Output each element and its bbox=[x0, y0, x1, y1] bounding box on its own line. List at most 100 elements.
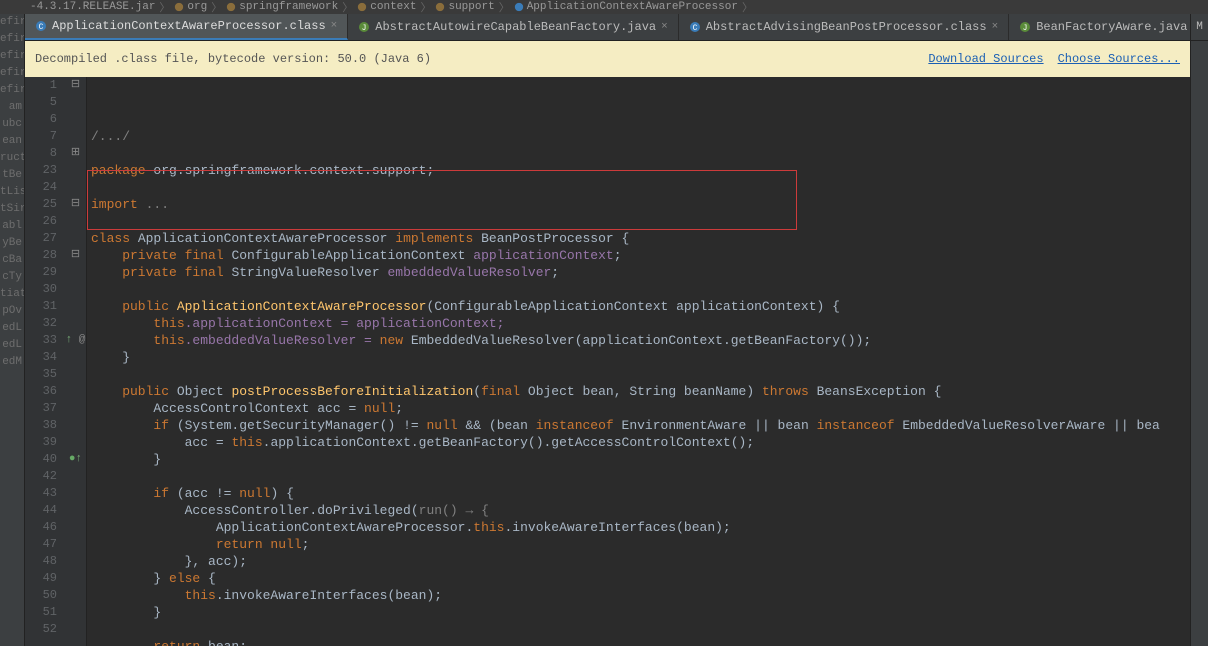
editor-tab[interactable]: JAbstractAutowireCapableBeanFactory.java… bbox=[348, 14, 678, 40]
code-line[interactable]: import ... bbox=[91, 196, 1190, 213]
code-line[interactable]: if (System.getSecurityManager() != null … bbox=[91, 417, 1190, 434]
code-line[interactable]: if (acc != null) { bbox=[91, 485, 1190, 502]
line-number[interactable]: 50 bbox=[25, 587, 57, 604]
line-number[interactable]: 40 bbox=[25, 451, 57, 468]
code-line[interactable]: public Object postProcessBeforeInitializ… bbox=[91, 383, 1190, 400]
line-number[interactable]: 29 bbox=[25, 264, 57, 281]
line-number[interactable]: 34 bbox=[25, 349, 57, 366]
code-line[interactable] bbox=[91, 366, 1190, 383]
editor-tab[interactable]: CApplicationContextAwareProcessor.class× bbox=[25, 14, 348, 40]
editor-tab[interactable]: CAbstractAdvisingBeanPostProcessor.class… bbox=[679, 14, 1009, 40]
code-line[interactable]: ApplicationContextAwareProcessor.this.in… bbox=[91, 519, 1190, 536]
line-number[interactable]: 26 bbox=[25, 213, 57, 230]
breadcrumb-class[interactable]: ApplicationContextAwareProcessor bbox=[514, 1, 738, 13]
gutter-mark[interactable] bbox=[65, 281, 86, 298]
line-number[interactable]: 23 bbox=[25, 162, 57, 179]
gutter-mark[interactable] bbox=[65, 587, 86, 604]
code-line[interactable] bbox=[91, 213, 1190, 230]
gutter-mark[interactable] bbox=[65, 230, 86, 247]
code-line[interactable]: public ApplicationContextAwareProcessor(… bbox=[91, 298, 1190, 315]
breadcrumb-pkg[interactable]: springframework bbox=[226, 1, 338, 13]
gutter-mark[interactable] bbox=[65, 349, 86, 366]
choose-sources-link[interactable]: Choose Sources... bbox=[1058, 52, 1180, 66]
code-line[interactable]: /.../ bbox=[91, 128, 1190, 145]
line-number[interactable]: 38 bbox=[25, 417, 57, 434]
breadcrumb-jar[interactable]: -4.3.17.RELEASE.jar bbox=[30, 1, 155, 13]
code-line[interactable]: } else { bbox=[91, 570, 1190, 587]
line-number[interactable]: 42 bbox=[25, 468, 57, 485]
code-line[interactable]: return null; bbox=[91, 536, 1190, 553]
gutter-mark[interactable] bbox=[65, 383, 86, 400]
line-number[interactable]: 1 bbox=[25, 77, 57, 94]
code-line[interactable]: package org.springframework.context.supp… bbox=[91, 162, 1190, 179]
line-number[interactable]: 32 bbox=[25, 315, 57, 332]
gutter-mark[interactable]: ⊞ bbox=[65, 145, 86, 162]
line-number[interactable]: 8 bbox=[25, 145, 57, 162]
gutter-mark[interactable] bbox=[65, 264, 86, 281]
line-number[interactable]: 47 bbox=[25, 536, 57, 553]
line-number[interactable]: 36 bbox=[25, 383, 57, 400]
gutter-mark[interactable] bbox=[65, 604, 86, 621]
gutter-mark[interactable] bbox=[65, 162, 86, 179]
right-sidebar-letter[interactable]: M bbox=[1191, 14, 1208, 41]
close-icon[interactable]: × bbox=[992, 21, 999, 33]
line-number[interactable]: 30 bbox=[25, 281, 57, 298]
code-line[interactable]: private final StringValueResolver embedd… bbox=[91, 264, 1190, 281]
gutter-mark[interactable] bbox=[65, 621, 86, 638]
gutter-mark[interactable] bbox=[65, 570, 86, 587]
line-number[interactable]: 39 bbox=[25, 434, 57, 451]
close-icon[interactable]: × bbox=[331, 20, 338, 32]
code-line[interactable]: this.embeddedValueResolver = new Embedde… bbox=[91, 332, 1190, 349]
close-icon[interactable]: × bbox=[661, 21, 668, 33]
line-number[interactable]: 48 bbox=[25, 553, 57, 570]
line-number[interactable]: 33 bbox=[25, 332, 57, 349]
code-line[interactable]: } bbox=[91, 349, 1190, 366]
gutter-mark[interactable] bbox=[65, 417, 86, 434]
line-number[interactable]: 25 bbox=[25, 196, 57, 213]
code-area[interactable]: /.../ package org.springframework.context… bbox=[87, 77, 1190, 646]
code-line[interactable] bbox=[91, 621, 1190, 638]
code-line[interactable] bbox=[91, 179, 1190, 196]
breadcrumb-pkg[interactable]: org bbox=[174, 1, 207, 13]
code-line[interactable]: this.applicationContext = applicationCon… bbox=[91, 315, 1190, 332]
line-number[interactable]: 44 bbox=[25, 502, 57, 519]
line-number[interactable]: 24 bbox=[25, 179, 57, 196]
line-number[interactable]: 31 bbox=[25, 298, 57, 315]
line-number-gutter[interactable]: 1567823242526272829303132333435363738394… bbox=[25, 77, 65, 646]
code-line[interactable]: acc = this.applicationContext.getBeanFac… bbox=[91, 434, 1190, 451]
gutter-mark[interactable] bbox=[65, 179, 86, 196]
code-line[interactable] bbox=[91, 281, 1190, 298]
line-number[interactable]: 5 bbox=[25, 94, 57, 111]
gutter-mark[interactable] bbox=[65, 519, 86, 536]
gutter-mark[interactable] bbox=[65, 553, 86, 570]
line-number[interactable]: 7 bbox=[25, 128, 57, 145]
code-editor[interactable]: 1567823242526272829303132333435363738394… bbox=[25, 77, 1190, 646]
gutter-mark[interactable] bbox=[65, 468, 86, 485]
line-number[interactable]: 43 bbox=[25, 485, 57, 502]
editor-tab[interactable]: JBeanFactoryAware.java× bbox=[1009, 14, 1208, 40]
line-number[interactable]: 46 bbox=[25, 519, 57, 536]
line-number[interactable]: 37 bbox=[25, 400, 57, 417]
gutter-mark[interactable] bbox=[65, 315, 86, 332]
gutter-mark[interactable] bbox=[65, 485, 86, 502]
gutter-mark[interactable] bbox=[65, 94, 86, 111]
code-line[interactable] bbox=[91, 468, 1190, 485]
gutter-mark[interactable]: ↑ @ bbox=[65, 332, 86, 349]
gutter-mark[interactable]: ⊟ bbox=[65, 247, 86, 264]
code-line[interactable]: this.invokeAwareInterfaces(bean); bbox=[91, 587, 1190, 604]
breadcrumb-pkg[interactable]: support bbox=[435, 1, 494, 13]
line-number[interactable]: 6 bbox=[25, 111, 57, 128]
code-line[interactable]: } bbox=[91, 604, 1190, 621]
gutter-mark[interactable]: ⊟ bbox=[65, 196, 86, 213]
code-line[interactable] bbox=[91, 145, 1190, 162]
line-number[interactable]: 49 bbox=[25, 570, 57, 587]
code-line[interactable]: return bean; bbox=[91, 638, 1190, 646]
code-line[interactable]: AccessController.doPrivileged(run() → { bbox=[91, 502, 1190, 519]
gutter-mark[interactable] bbox=[65, 536, 86, 553]
gutter-mark[interactable] bbox=[65, 111, 86, 128]
line-number[interactable]: 35 bbox=[25, 366, 57, 383]
code-line[interactable]: } bbox=[91, 451, 1190, 468]
gutter-mark[interactable] bbox=[65, 366, 86, 383]
gutter-mark[interactable] bbox=[65, 400, 86, 417]
line-number[interactable]: 52 bbox=[25, 621, 57, 638]
